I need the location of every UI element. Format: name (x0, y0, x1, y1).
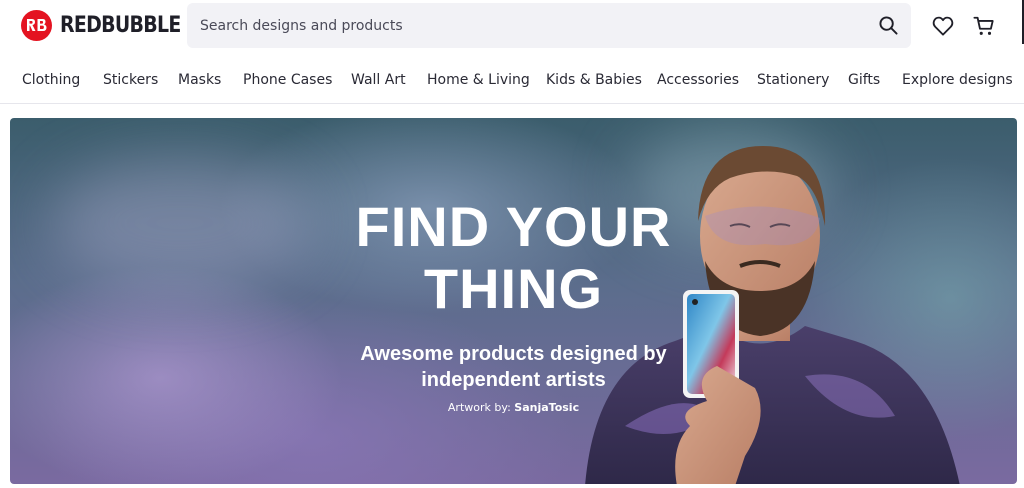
cart-button[interactable] (972, 14, 996, 38)
nav-item-stationery[interactable]: Stationery (757, 72, 829, 88)
nav-item-stickers[interactable]: Stickers (103, 72, 158, 88)
favorites-button[interactable] (931, 14, 955, 38)
category-nav: Clothing Stickers Masks Phone Cases Wall… (0, 58, 1024, 104)
hero-banner[interactable]: FIND YOUR THING Awesome products designe… (10, 118, 1017, 484)
nav-item-clothing[interactable]: Clothing (22, 72, 80, 88)
search-button[interactable] (865, 3, 911, 48)
nav-item-accessories[interactable]: Accessories (657, 72, 739, 88)
redbubble-logo[interactable]: REDBUBBLE (21, 9, 200, 41)
heart-icon (932, 16, 954, 36)
search-input[interactable] (187, 3, 865, 48)
search-icon (878, 16, 898, 35)
nav-item-home-living[interactable]: Home & Living (427, 72, 530, 88)
cart-icon (973, 16, 994, 35)
nav-item-gifts[interactable]: Gifts (848, 72, 880, 88)
hero-subtitle-line-2: independent artists (421, 369, 606, 391)
nav-item-kids-babies[interactable]: Kids & Babies (546, 72, 642, 88)
site-header: REDBUBBLE (0, 0, 1024, 50)
artwork-credit: Artwork by: SanjaTosic (10, 401, 1017, 414)
hero-subtitle-line-1: Awesome products designed by (360, 343, 667, 365)
artwork-credit-label: Artwork by: (447, 401, 511, 414)
redbubble-logo-icon (21, 9, 52, 41)
nav-item-wall-art[interactable]: Wall Art (351, 72, 406, 88)
hero-title-line-2: THING (423, 257, 604, 320)
hero-title-line-1: FIND YOUR (355, 195, 672, 258)
search-bar (187, 3, 911, 48)
nav-item-phone-cases[interactable]: Phone Cases (243, 72, 332, 88)
nav-item-masks[interactable]: Masks (178, 72, 221, 88)
artwork-credit-artist-link[interactable]: SanjaTosic (514, 401, 579, 414)
logo-wordmark: REDBUBBLE (60, 12, 181, 38)
nav-item-explore-designs[interactable]: Explore designs (902, 72, 1013, 88)
